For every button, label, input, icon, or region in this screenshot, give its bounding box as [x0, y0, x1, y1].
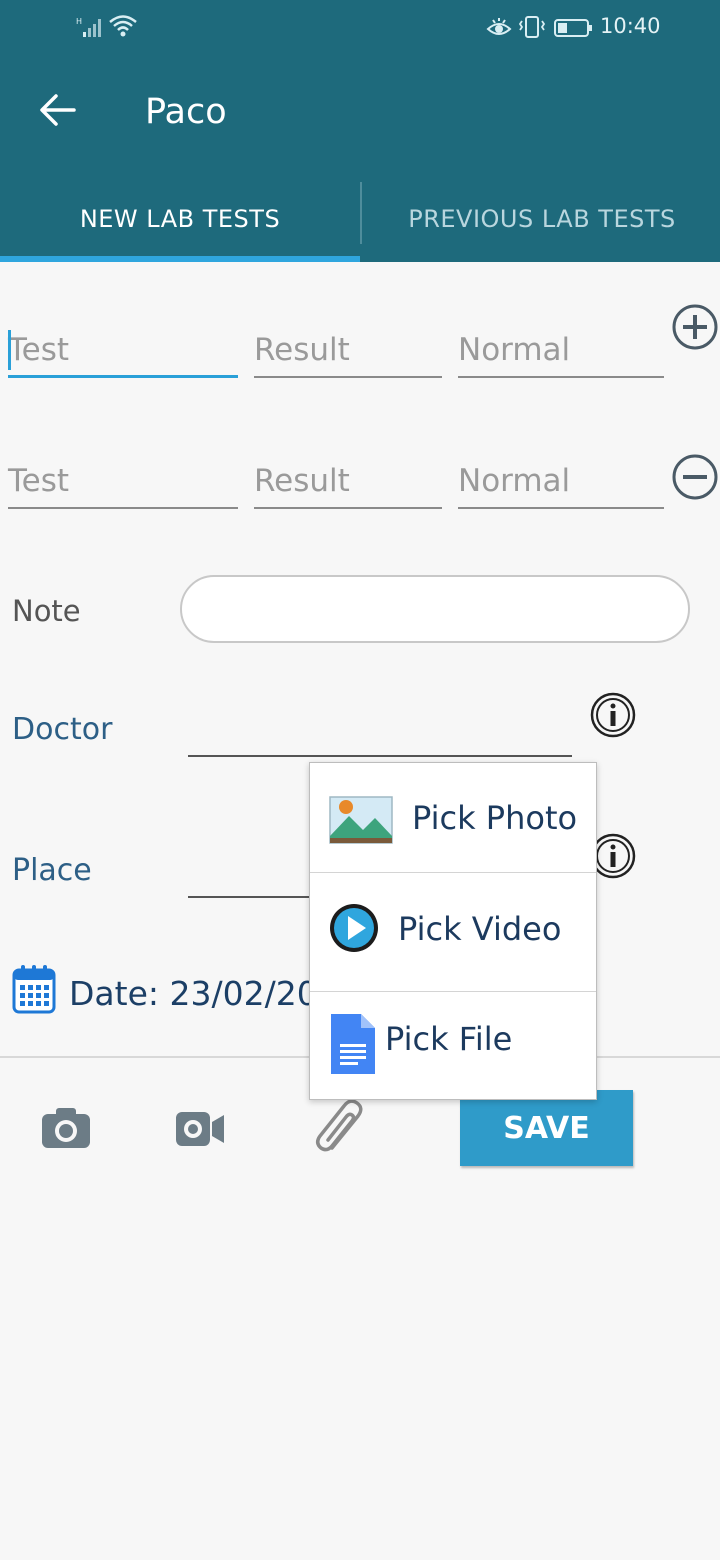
place-label: Place	[12, 853, 92, 888]
vibrate-icon	[518, 16, 546, 38]
test-placeholder-2: Test	[8, 463, 70, 499]
tab-selected-indicator	[0, 256, 360, 262]
wifi-icon	[109, 15, 137, 37]
result-input-1[interactable]: Result	[254, 318, 442, 378]
doctor-input[interactable]	[188, 755, 572, 757]
normal-placeholder-2: Normal	[458, 463, 571, 499]
attach-menu: Pick Photo Pick Video Pick File	[309, 762, 597, 1100]
note-input[interactable]	[180, 575, 690, 643]
info-icon[interactable]	[589, 691, 637, 739]
test-placeholder-1: Test	[8, 332, 70, 368]
app-bar: H 10:40 Paco NEW LAB TESTS PREVIOUS LAB …	[0, 0, 720, 262]
menu-item-pick-file[interactable]: Pick File	[310, 992, 596, 1102]
svg-text:H: H	[76, 17, 82, 26]
result-placeholder-2: Result	[254, 463, 350, 499]
page-title: Paco	[145, 92, 227, 132]
pick-video-label: Pick Video	[398, 910, 562, 948]
tab-new-lab-tests[interactable]: NEW LAB TESTS	[0, 175, 360, 262]
tab-previous-lab-tests[interactable]: PREVIOUS LAB TESTS	[362, 175, 720, 262]
menu-item-pick-video[interactable]: Pick Video	[310, 882, 596, 992]
play-icon	[330, 904, 378, 952]
calendar-icon	[12, 965, 56, 1014]
tab-new-lab-tests-label: NEW LAB TESTS	[79, 204, 281, 233]
doctor-label: Doctor	[12, 712, 113, 747]
document-icon	[331, 1014, 375, 1074]
photo-icon	[329, 796, 393, 844]
result-input-2[interactable]: Result	[254, 449, 442, 509]
test-input-1[interactable]: Test	[8, 318, 238, 378]
battery-icon	[554, 19, 592, 37]
note-label: Note	[12, 594, 81, 628]
normal-input-1[interactable]: Normal	[458, 318, 664, 378]
status-bar: H 10:40	[0, 0, 720, 56]
back-arrow-icon[interactable]	[38, 93, 78, 127]
menu-item-pick-photo[interactable]: Pick Photo	[310, 763, 596, 873]
camera-icon[interactable]	[40, 1106, 92, 1150]
add-circle-icon[interactable]	[671, 303, 719, 351]
paperclip-icon[interactable]	[312, 1098, 370, 1158]
video-camera-icon[interactable]	[174, 1110, 226, 1148]
status-time: 10:40	[600, 14, 661, 38]
date-text: Date: 23/02/20	[69, 974, 318, 1013]
test-input-2[interactable]: Test	[8, 449, 238, 509]
pick-file-label: Pick File	[385, 1020, 513, 1058]
text-caret	[8, 330, 11, 370]
normal-input-2[interactable]: Normal	[458, 449, 664, 509]
pick-photo-label: Pick Photo	[412, 799, 578, 837]
tab-previous-lab-tests-label: PREVIOUS LAB TESTS	[408, 204, 676, 233]
eye-comfort-icon	[486, 18, 512, 35]
normal-placeholder-1: Normal	[458, 332, 571, 368]
signal-icon: H	[76, 17, 101, 37]
remove-circle-icon[interactable]	[671, 453, 719, 501]
result-placeholder-1: Result	[254, 332, 350, 368]
